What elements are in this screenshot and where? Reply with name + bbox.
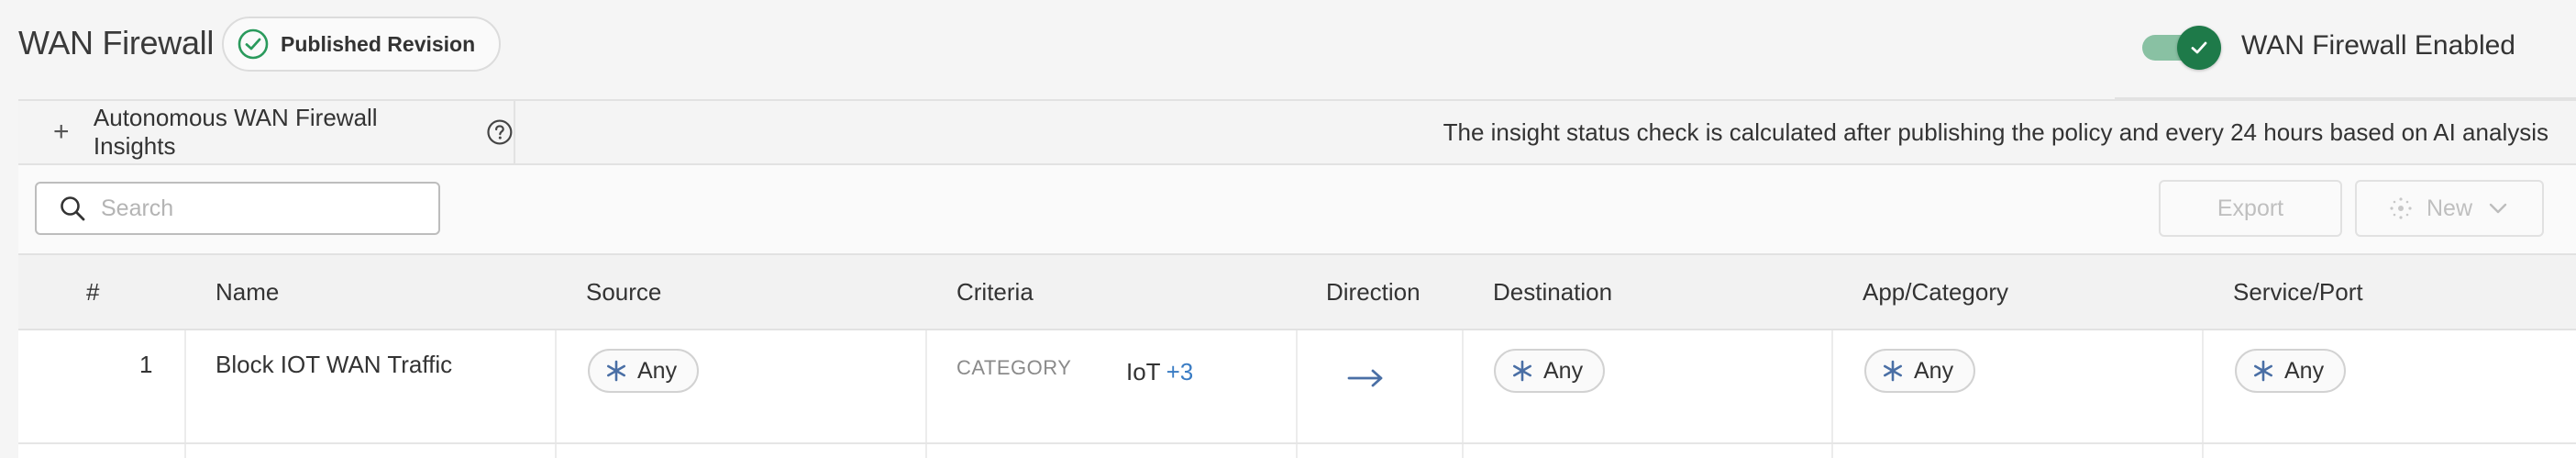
new-rule-label: New bbox=[2426, 195, 2472, 221]
asterisk-icon bbox=[2254, 360, 2272, 382]
destination-any-pill[interactable]: Any bbox=[1494, 349, 1606, 393]
check-icon bbox=[2191, 41, 2207, 54]
column-header-app-category[interactable]: App/Category bbox=[1863, 255, 2008, 329]
firewall-enabled-toggle[interactable] bbox=[2142, 26, 2223, 70]
column-divider bbox=[925, 444, 927, 458]
search-icon bbox=[61, 196, 85, 221]
criteria-value[interactable]: IoT +3 bbox=[1126, 358, 1193, 386]
asterisk-icon bbox=[1513, 360, 1531, 382]
column-divider bbox=[1296, 330, 1298, 442]
column-header-source[interactable]: Source bbox=[586, 255, 661, 329]
column-divider bbox=[1296, 444, 1298, 458]
arrow-right-icon bbox=[1347, 369, 1383, 387]
insights-label: Autonomous WAN Firewall Insights bbox=[93, 104, 378, 160]
rules-table: # Name Source Criteria Direction Destina… bbox=[18, 253, 2576, 458]
revision-status-badge[interactable]: Published Revision bbox=[222, 17, 502, 72]
column-header-criteria[interactable]: Criteria bbox=[956, 255, 1034, 329]
table-row[interactable]: 1 Block IOT WAN Traffic Any CATEGORY IoT… bbox=[18, 330, 2576, 444]
service-port-value: Any bbox=[2284, 357, 2325, 384]
criteria-more-link[interactable]: +3 bbox=[1166, 358, 1194, 385]
column-divider bbox=[184, 330, 186, 442]
table-header: # Name Source Criteria Direction Destina… bbox=[18, 253, 2576, 330]
new-rule-button[interactable]: New bbox=[2355, 180, 2544, 237]
criteria-type-label: CATEGORY bbox=[956, 356, 1072, 379]
column-header-number[interactable]: # bbox=[86, 255, 99, 329]
rule-name[interactable]: Block IOT WAN Traffic bbox=[216, 351, 452, 379]
column-divider bbox=[2202, 330, 2204, 442]
asterisk-icon bbox=[1884, 360, 1902, 382]
column-divider bbox=[2202, 444, 2204, 458]
app-category-any-pill[interactable]: Any bbox=[1864, 349, 1976, 393]
source-value: Any bbox=[637, 357, 678, 384]
column-header-destination[interactable]: Destination bbox=[1493, 255, 1612, 329]
firewall-enabled-toggle-group: WAN Firewall Enabled bbox=[2142, 26, 2515, 70]
service-port-any-pill[interactable]: Any bbox=[2235, 349, 2347, 393]
chevron-down-icon bbox=[2489, 203, 2507, 214]
help-circle-icon[interactable] bbox=[486, 118, 514, 146]
destination-value: Any bbox=[1543, 357, 1584, 384]
column-header-direction[interactable]: Direction bbox=[1326, 255, 1421, 329]
column-divider bbox=[555, 330, 557, 442]
criteria-value-text: IoT bbox=[1126, 358, 1161, 385]
toggle-knob bbox=[2177, 26, 2221, 70]
column-divider bbox=[1462, 444, 1464, 458]
sparkle-icon bbox=[2390, 197, 2412, 219]
rules-toolbar: Export New bbox=[18, 165, 2576, 253]
insights-expander[interactable]: + Autonomous WAN Firewall Insights bbox=[18, 101, 515, 163]
column-divider bbox=[555, 444, 557, 458]
column-divider bbox=[1831, 330, 1833, 442]
app-category-value: Any bbox=[1914, 357, 1954, 384]
search-box[interactable] bbox=[35, 182, 440, 235]
column-divider bbox=[1831, 444, 1833, 458]
column-divider bbox=[925, 330, 927, 442]
table-row[interactable] bbox=[18, 444, 2576, 458]
firewall-enabled-label: WAN Firewall Enabled bbox=[2241, 30, 2515, 61]
asterisk-icon bbox=[607, 360, 625, 382]
column-divider bbox=[184, 444, 186, 458]
source-any-pill[interactable]: Any bbox=[588, 349, 700, 393]
revision-status-label: Published Revision bbox=[281, 31, 476, 56]
insights-bar: + Autonomous WAN Firewall Insights The i… bbox=[18, 99, 2576, 165]
search-input[interactable] bbox=[101, 195, 431, 222]
column-divider bbox=[1462, 330, 1464, 442]
column-header-name[interactable]: Name bbox=[216, 255, 279, 329]
page-header: WAN Firewall Published Revision WAN Fire… bbox=[0, 0, 2576, 99]
export-button[interactable]: Export bbox=[2159, 180, 2342, 237]
page-title: WAN Firewall bbox=[18, 24, 215, 61]
insights-note: The insight status check is calculated a… bbox=[1443, 117, 2548, 146]
plus-icon: + bbox=[53, 117, 70, 147]
check-circle-icon bbox=[238, 28, 269, 60]
rule-number: 1 bbox=[139, 351, 153, 378]
column-header-service-port[interactable]: Service/Port bbox=[2233, 255, 2363, 329]
